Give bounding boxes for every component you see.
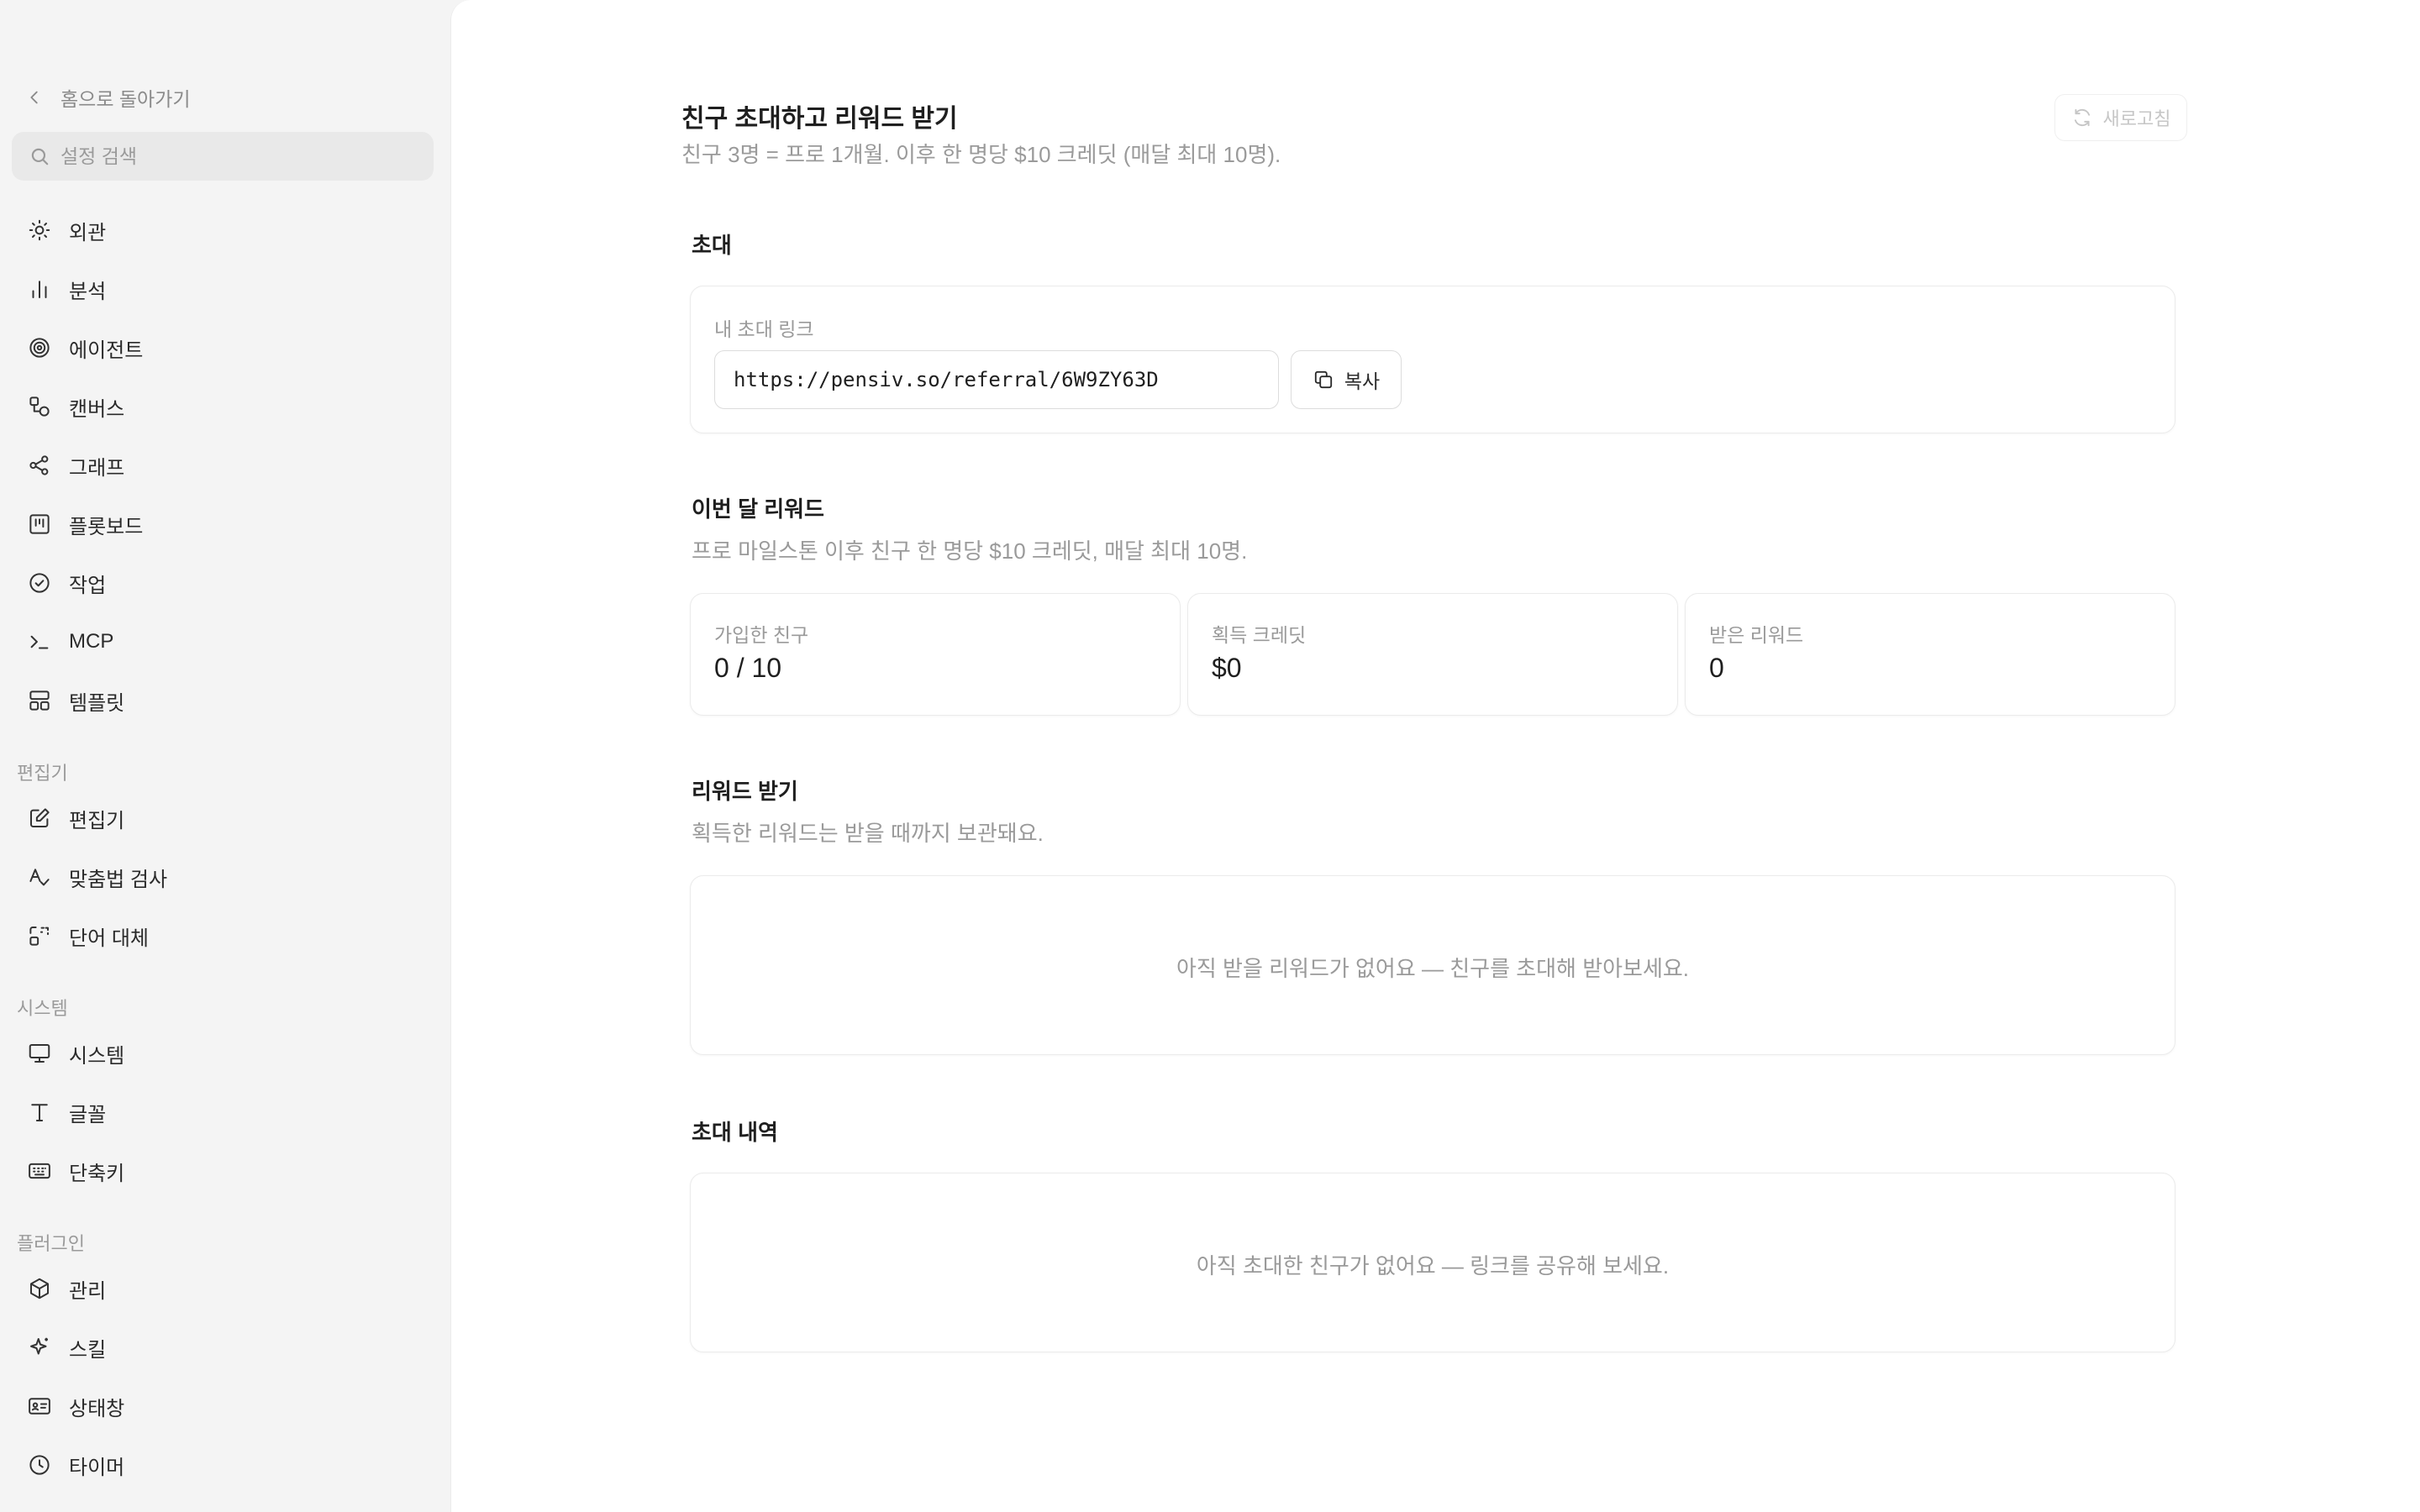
shapes-icon: [29, 396, 50, 417]
page-subtitle: 친구 3명 = 프로 1개월. 이후 한 명당 $10 크레딧 (매달 최대 1…: [681, 142, 1281, 167]
sidebar-item-label: 작업: [69, 574, 107, 597]
copy-button[interactable]: 복사: [1291, 350, 1402, 409]
sidebar-item-timer[interactable]: 타이머: [12, 1441, 434, 1489]
copy-label: 복사: [1344, 370, 1381, 392]
search-input[interactable]: [60, 144, 413, 168]
keyboard-icon: [29, 1163, 50, 1179]
invite-history-title: 초대 내역: [692, 1120, 778, 1145]
referral-settings-panel: 친구 초대하고 리워드 받기 친구 3명 = 프로 1개월. 이후 한 명당 $…: [450, 0, 2420, 1512]
sidebar-item-label: 분석: [69, 280, 107, 303]
sidebar-item-canvas[interactable]: 캔버스: [12, 382, 434, 431]
sidebar-item-word-replace[interactable]: 단어 대체: [12, 911, 434, 960]
sparkle-icon: [30, 1337, 48, 1355]
sidebar-item-label: 맞춤법 검사: [69, 868, 168, 891]
refresh-icon: [2074, 108, 2090, 127]
invite-link-field[interactable]: [714, 350, 1279, 409]
stat-label: 획득 크레딧: [1212, 624, 1307, 646]
id-card-icon: [29, 1398, 50, 1415]
sidebar-item-shortcuts[interactable]: 단축키: [12, 1147, 434, 1195]
sidebar-item-plotboard[interactable]: 플롯보드: [12, 500, 434, 549]
sidebar-item-label: 관리: [69, 1279, 107, 1303]
section-label-plugins: 플러그인: [17, 1233, 85, 1254]
settings-sidebar: 홈으로 돌아가기 외관 분석 에이전트 캔버스 그래프 플롯보: [0, 0, 450, 1512]
sidebar-item-mcp[interactable]: MCP: [12, 617, 434, 666]
sidebar-item-label: 플롯보드: [69, 515, 144, 538]
settings-search[interactable]: [12, 132, 434, 181]
sidebar-item-label: 템플릿: [69, 691, 125, 715]
sidebar-item-label: 시스템: [69, 1044, 125, 1068]
claim-rewards-title: 리워드 받기: [692, 779, 798, 804]
sidebar-item-label: 단어 대체: [69, 927, 149, 950]
claim-empty-message: 아직 받을 리워드가 없어요 — 친구를 초대해 받아보세요.: [1176, 956, 1690, 981]
stat-label: 가입한 친구: [714, 624, 809, 646]
terminal-icon: [30, 635, 49, 649]
sidebar-item-label: MCP: [69, 630, 114, 653]
replace-icon: [29, 927, 49, 946]
section-label-system: 시스템: [17, 998, 68, 1019]
refresh-button[interactable]: 새로고침: [2054, 94, 2187, 141]
chevron-left-icon: [30, 91, 38, 104]
stat-value: 0: [1709, 653, 1724, 683]
graph-nodes-icon: [29, 455, 49, 475]
stat-card-claimed-rewards: 받은 리워드 0: [1685, 593, 2175, 716]
back-label: 홈으로 돌아가기: [60, 88, 191, 110]
type-icon: [31, 1104, 48, 1121]
monthly-rewards-title: 이번 달 리워드: [692, 496, 824, 522]
sun-icon: [29, 219, 50, 241]
stat-card-joined-friends: 가입한 친구 0 / 10: [690, 593, 1181, 716]
spiral-icon: [29, 338, 50, 358]
sidebar-item-graph[interactable]: 그래프: [12, 441, 434, 490]
sidebar-item-label: 캔버스: [69, 397, 125, 421]
settings-window: 홈으로 돌아가기 외관 분석 에이전트 캔버스 그래프 플롯보: [0, 0, 2420, 1512]
sidebar-item-label: 타이머: [69, 1456, 125, 1479]
sidebar-item-fonts[interactable]: 글꼴: [12, 1088, 434, 1137]
monthly-rewards-subtitle: 프로 마일스톤 이후 친구 한 명당 $10 크레딧, 매달 최대 10명.: [692, 538, 1248, 564]
stat-label: 받은 리워드: [1709, 624, 1804, 646]
sidebar-item-tasks[interactable]: 작업: [12, 559, 434, 607]
invite-link-label: 내 초대 링크: [714, 318, 814, 340]
check-circle-icon: [29, 573, 50, 593]
sidebar-item-status-bar[interactable]: 상태창: [12, 1382, 434, 1431]
sidebar-item-system[interactable]: 시스템: [12, 1029, 434, 1078]
stat-value: $0: [1212, 653, 1242, 683]
page-title: 친구 초대하고 리워드 받기: [681, 105, 958, 133]
invite-history-card: 아직 초대한 친구가 없어요 — 링크를 공유해 보세요.: [690, 1173, 2175, 1352]
monitor-icon: [29, 1044, 50, 1063]
claim-rewards-subtitle: 획득한 리워드는 받을 때까지 보관돼요.: [692, 821, 1044, 846]
invite-link-card: 내 초대 링크 복사: [690, 286, 2175, 433]
section-label-editor: 편집기: [17, 763, 68, 784]
sidebar-item-label: 단축키: [69, 1162, 125, 1185]
claim-rewards-card: 아직 받을 리워드가 없어요 — 친구를 초대해 받아보세요.: [690, 875, 2175, 1055]
sidebar-item-label: 외관: [69, 221, 107, 244]
clock-icon: [29, 1455, 50, 1475]
sidebar-item-templates[interactable]: 템플릿: [12, 676, 434, 725]
stat-card-earned-credits: 획득 크레딧 $0: [1187, 593, 1678, 716]
search-icon: [31, 148, 49, 165]
cube-icon: [30, 1278, 49, 1299]
sidebar-item-label: 에이전트: [69, 339, 144, 362]
kanban-icon: [29, 514, 50, 534]
sidebar-item-skills[interactable]: 스킬: [12, 1323, 434, 1372]
sidebar-item-label: 스킬: [69, 1338, 107, 1362]
edit-icon: [30, 808, 50, 827]
sidebar-item-agent[interactable]: 에이전트: [12, 323, 434, 372]
refresh-label: 새로고침: [2102, 108, 2171, 129]
sidebar-item-analytics[interactable]: 분석: [12, 265, 434, 313]
sidebar-item-spellcheck[interactable]: 맞춤법 검사: [12, 853, 434, 901]
sidebar-item-label: 상태창: [69, 1397, 125, 1420]
back-to-home-link[interactable]: 홈으로 돌아가기: [25, 82, 191, 113]
bar-chart-icon: [32, 281, 47, 298]
sidebar-item-manage[interactable]: 관리: [12, 1264, 434, 1313]
copy-icon: [1314, 370, 1332, 389]
sidebar-item-appearance[interactable]: 외관: [12, 206, 434, 255]
sidebar-item-label: 편집기: [69, 809, 125, 832]
sidebar-item-label: 그래프: [69, 456, 125, 480]
sidebar-item-editor[interactable]: 편집기: [12, 794, 434, 843]
sidebar-item-label: 글꼴: [69, 1103, 107, 1126]
spellcheck-icon: [29, 869, 50, 886]
stat-value: 0 / 10: [714, 653, 782, 683]
history-empty-message: 아직 초대한 친구가 없어요 — 링크를 공유해 보세요.: [1196, 1253, 1670, 1278]
layout-icon: [29, 690, 50, 711]
invite-section-title: 초대: [692, 233, 732, 258]
